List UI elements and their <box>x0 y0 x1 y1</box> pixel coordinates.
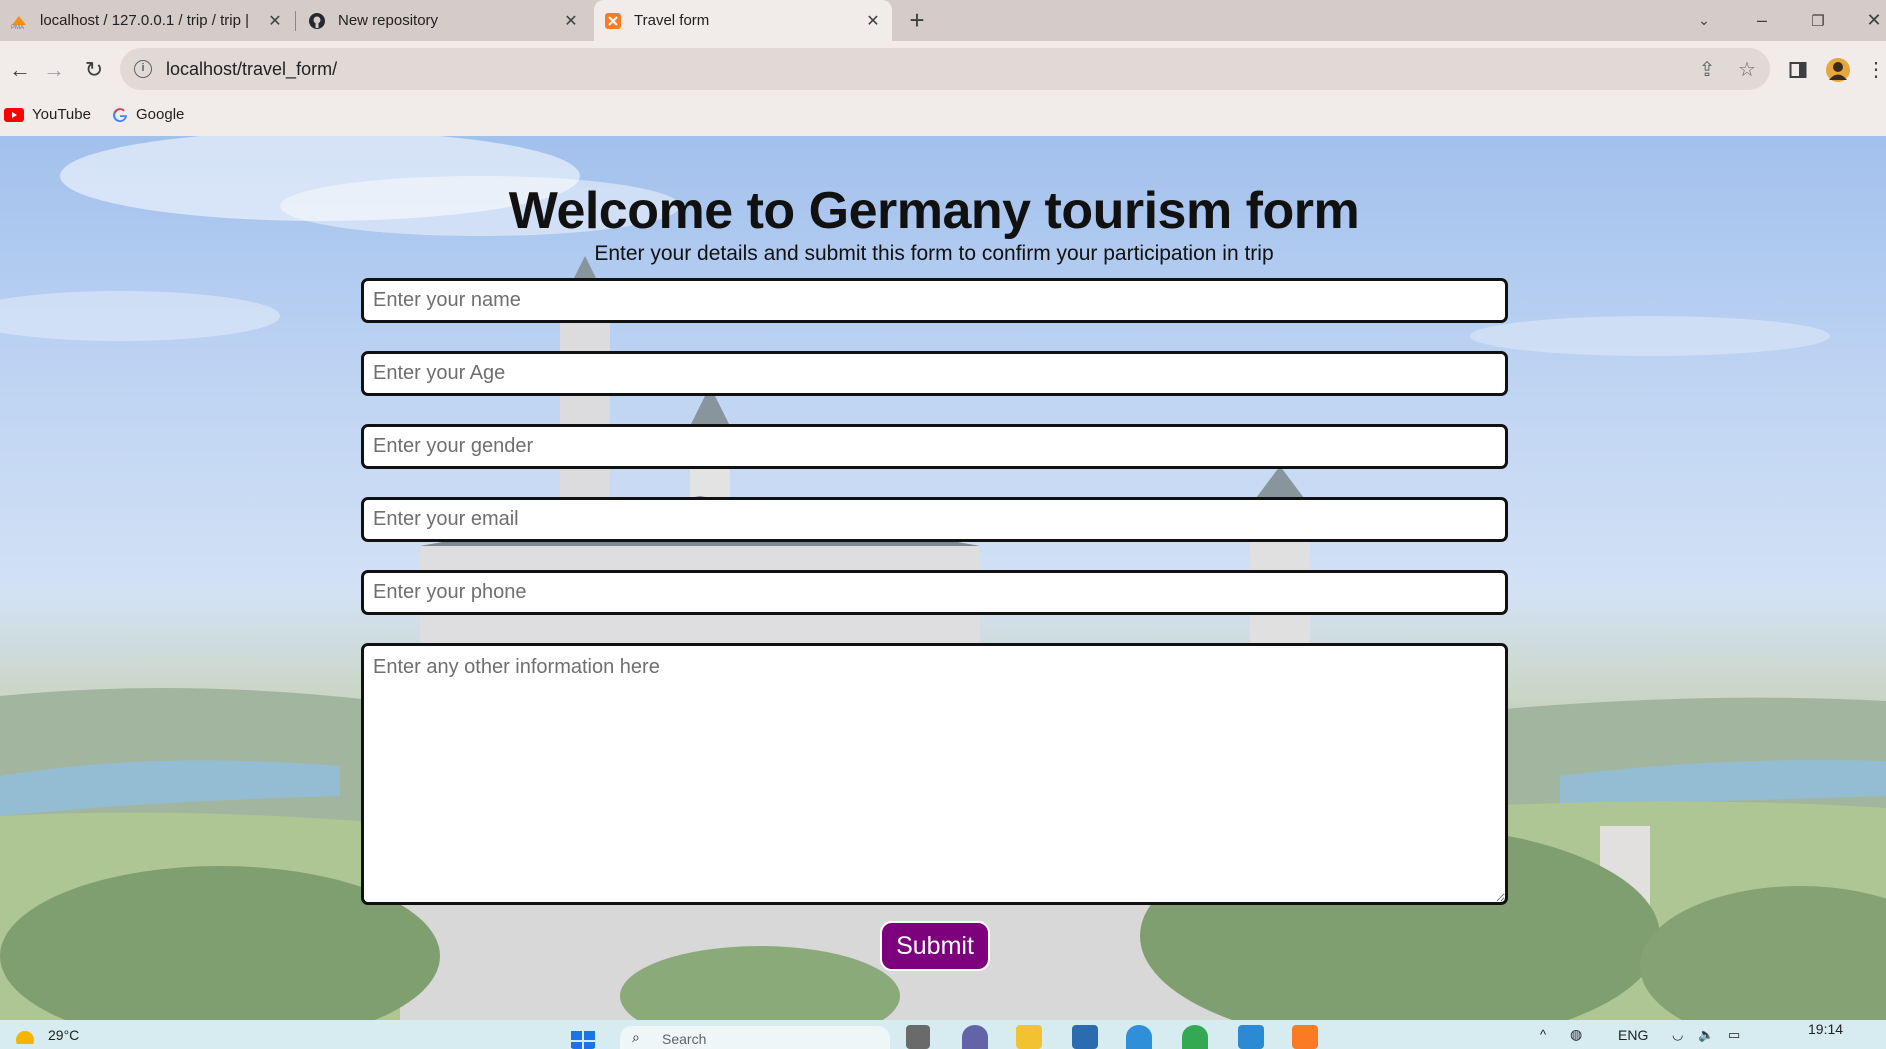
close-icon[interactable]: ✕ <box>264 11 286 31</box>
xampp-taskbar-icon[interactable] <box>1292 1025 1318 1049</box>
youtube-icon <box>4 107 24 122</box>
phone-input[interactable] <box>361 570 1508 615</box>
chrome-icon[interactable] <box>1182 1025 1208 1049</box>
age-input[interactable] <box>361 351 1508 396</box>
address-bar[interactable]: i localhost/travel_form/ ⇪ ☆ <box>120 48 1770 90</box>
taskbar-search-label: Search <box>662 1031 707 1047</box>
svg-text:PMA: PMA <box>11 25 24 30</box>
tab-strip: PMA localhost / 127.0.0.1 / trip / trip … <box>0 0 1886 41</box>
tab-title: localhost / 127.0.0.1 / trip / trip | <box>40 12 250 29</box>
language-indicator[interactable]: ENG <box>1618 1020 1648 1049</box>
email-input[interactable] <box>361 497 1508 542</box>
reload-button[interactable]: ↻ <box>74 41 114 98</box>
google-icon <box>113 107 127 122</box>
page-title: Welcome to Germany tourism form <box>508 182 1360 240</box>
battery-icon[interactable]: ▭ <box>1728 1020 1740 1049</box>
info-icon[interactable]: i <box>134 60 152 78</box>
address-url[interactable]: localhost/travel_form/ <box>166 59 337 80</box>
volume-icon[interactable]: 🔈 <box>1698 1020 1714 1049</box>
browser-toolbar: ← → ↻ i localhost/travel_form/ ⇪ ☆ ⋮ <box>0 41 1886 98</box>
edge-icon[interactable] <box>1126 1025 1152 1049</box>
teams-icon[interactable] <box>962 1025 988 1049</box>
xampp-icon <box>605 12 621 29</box>
github-icon <box>309 12 325 29</box>
submit-button[interactable]: Submit <box>880 921 990 971</box>
task-view-icon[interactable] <box>906 1025 930 1049</box>
weather-sun-icon <box>16 1030 34 1044</box>
wifi-icon[interactable]: ◡ <box>1672 1020 1683 1049</box>
clock-time[interactable]: 19:14 <box>1808 1014 1843 1043</box>
store-icon[interactable] <box>1072 1025 1098 1049</box>
tab-separator <box>295 11 296 31</box>
bookmark-label: Google <box>136 106 185 123</box>
minimize-button[interactable]: – <box>1740 0 1784 41</box>
search-icon: ⌕ <box>632 1029 640 1045</box>
tab-title: Travel form <box>634 12 710 29</box>
new-tab-button[interactable]: + <box>902 6 932 36</box>
other-info-textarea[interactable] <box>361 643 1508 905</box>
bookmark-youtube[interactable]: YouTube <box>4 106 91 123</box>
tab-phpmyadmin[interactable]: PMA localhost / 127.0.0.1 / trip / trip … <box>0 0 294 41</box>
vscode-icon[interactable] <box>1238 1025 1264 1049</box>
weather-widget[interactable]: 29°C <box>12 1020 79 1049</box>
bookmark-google[interactable]: Google <box>112 106 184 123</box>
phpmyadmin-icon: PMA <box>11 15 26 30</box>
page-content: Welcome to Germany tourism form Enter yo… <box>0 136 1886 1020</box>
close-icon[interactable]: ✕ <box>560 11 582 31</box>
restore-button[interactable]: ❐ <box>1796 0 1840 41</box>
share-icon[interactable]: ⇪ <box>1696 59 1718 81</box>
side-panel-icon[interactable] <box>1780 41 1816 98</box>
bookmark-star-icon[interactable]: ☆ <box>1736 59 1758 81</box>
tab-travel-form[interactable]: Travel form ✕ <box>594 0 892 41</box>
bookmarks-bar: YouTube Google <box>0 98 1886 137</box>
page-subtitle: Enter your details and submit this form … <box>594 242 1274 265</box>
name-input[interactable] <box>361 278 1508 323</box>
weather-temp: 29°C <box>48 1026 80 1043</box>
windows-start-icon[interactable] <box>570 1025 596 1049</box>
menu-icon[interactable]: ⋮ <box>1858 41 1886 98</box>
close-window-button[interactable]: ✕ <box>1852 0 1886 41</box>
tab-new-repository[interactable]: New repository ✕ <box>298 0 590 41</box>
os-taskbar: 29°C ⌕ Search ^ ◍ ENG ◡ 🔈 ▭ 19:14 <box>0 1020 1886 1049</box>
chevron-down-icon[interactable]: ⌄ <box>1682 0 1726 41</box>
network-icon[interactable]: ◍ <box>1570 1020 1582 1049</box>
file-explorer-icon[interactable] <box>1016 1025 1042 1049</box>
taskbar-search-box[interactable]: ⌕ Search <box>620 1026 890 1049</box>
bookmark-label: YouTube <box>32 106 91 123</box>
avatar[interactable] <box>1820 41 1856 98</box>
close-icon[interactable]: ✕ <box>862 11 884 31</box>
tray-chevron-icon[interactable]: ^ <box>1540 1020 1546 1049</box>
tab-title: New repository <box>338 12 439 29</box>
forward-button[interactable]: → <box>34 41 74 98</box>
gender-input[interactable] <box>361 424 1508 469</box>
